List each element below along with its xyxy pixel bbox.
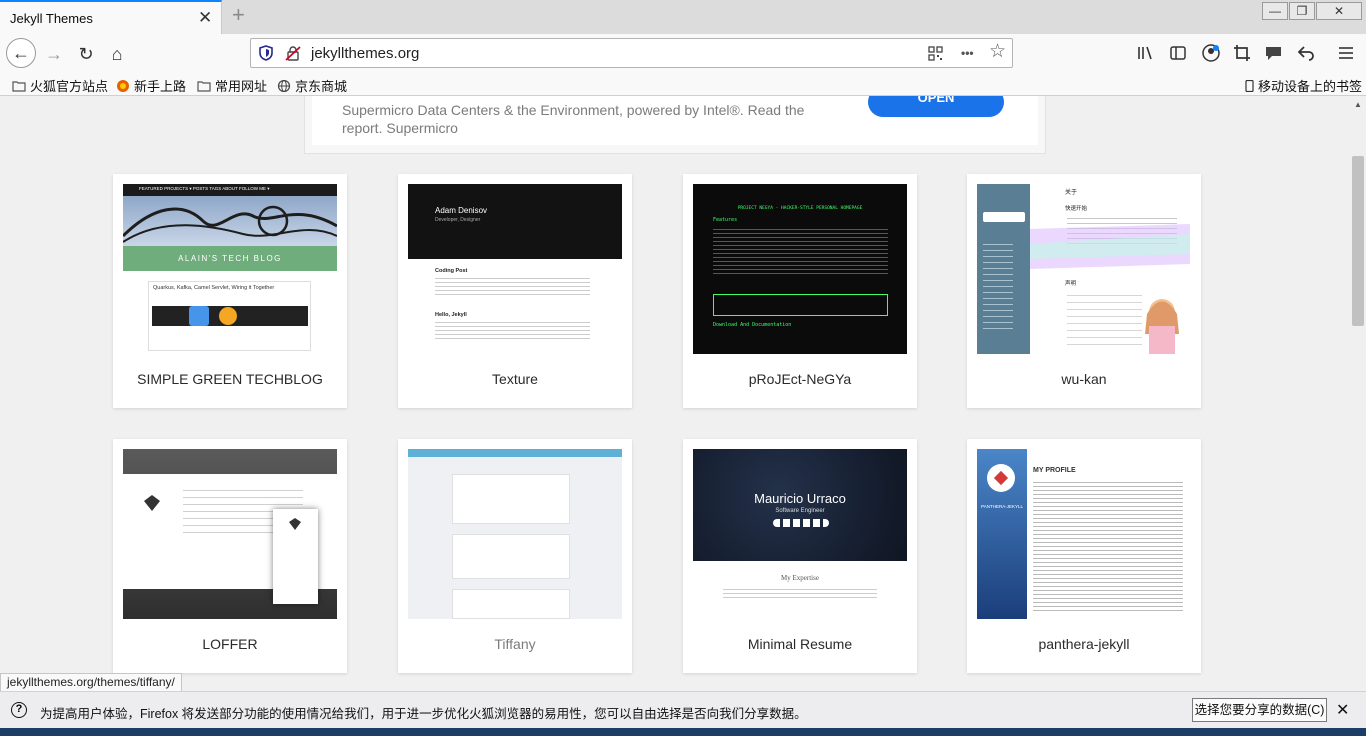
- bookmark-label: 京东商城: [295, 79, 348, 94]
- theme-name[interactable]: Texture: [398, 371, 632, 387]
- ad-text: Supermicro Data Centers & the Environmen…: [342, 102, 805, 136]
- theme-name[interactable]: Tiffany: [398, 636, 632, 652]
- qr-code-icon[interactable]: [928, 46, 943, 61]
- active-tab[interactable]: Jekyll Themes ✕: [0, 0, 222, 34]
- chat-icon[interactable]: [1264, 44, 1283, 62]
- firefox-icon: [117, 80, 129, 92]
- thumb-header: Adam Denisov Developer, Designer: [408, 184, 622, 259]
- rainbow-beam: [1030, 224, 1190, 269]
- thumb-mobile: [273, 509, 318, 604]
- title-bar: Jekyll Themes ✕ + — ❐ ✕: [0, 0, 1366, 34]
- theme-thumbnail[interactable]: Adam Denisov Developer, Designer Coding …: [408, 184, 622, 354]
- page-actions-icon[interactable]: •••: [961, 43, 974, 63]
- thumb-post: Quarkus, Kafka, Camel Servlet, Wiring it…: [148, 281, 311, 351]
- theme-name[interactable]: LOFFER: [113, 636, 347, 652]
- menu-icon[interactable]: [1337, 44, 1355, 62]
- ad-open-button[interactable]: OPEN: [868, 96, 1004, 117]
- thumb-sky: [123, 196, 337, 246]
- question-icon: ?: [11, 702, 27, 718]
- theme-card[interactable]: LOFFER: [113, 439, 347, 673]
- library-icon[interactable]: [1136, 44, 1154, 62]
- mobile-bookmarks-label: 移动设备上的书签: [1258, 79, 1363, 94]
- thumb-nav: [408, 449, 622, 457]
- screenshot-crop-icon[interactable]: [1233, 44, 1251, 62]
- folder-icon: [12, 81, 26, 92]
- thumb-hero: Mauricio Urraco Software Engineer: [693, 449, 907, 561]
- ad-body: Supermicro Data Centers & the Environmen…: [312, 96, 1038, 145]
- thumb-sidebar: PANTHERA-JEKYLL: [977, 449, 1027, 619]
- theme-thumbnail[interactable]: [123, 449, 337, 619]
- back-button[interactable]: ←: [6, 38, 36, 68]
- minimize-button[interactable]: —: [1262, 2, 1288, 20]
- thumb-banner: ALAIN'S TECH BLOG: [123, 246, 337, 271]
- theme-card[interactable]: Adam Denisov Developer, Designer Coding …: [398, 174, 632, 408]
- minimize-icon: —: [1269, 4, 1281, 18]
- advertisement[interactable]: Supermicro Data Centers & the Environmen…: [304, 96, 1046, 154]
- theme-card[interactable]: FEATURED PROJECTS ▾ POSTS TAGS ABOUT FOL…: [113, 174, 347, 408]
- url-bar[interactable]: jekyllthemes.org ••• ☆: [250, 38, 1013, 68]
- telemetry-notification-bar: ? 为提高用户体验，Firefox 将发送部分功能的使用情况给我们，用于进一步优…: [0, 691, 1366, 728]
- thumb-menu: FEATURED PROJECTS ▾ POSTS TAGS ABOUT FOL…: [123, 184, 337, 196]
- page-content: Supermicro Data Centers & the Environmen…: [0, 96, 1350, 691]
- forward-button[interactable]: →: [41, 41, 67, 67]
- bookmark-item[interactable]: 火狐官方站点: [12, 76, 108, 95]
- thumb-sidebar: [977, 184, 1030, 354]
- navigation-bar: ← → ↻ ⌂ jekyllthemes.org ••• ☆: [0, 34, 1366, 72]
- mobile-bookmarks[interactable]: 移动设备上的书签: [1245, 76, 1362, 95]
- account-icon[interactable]: [1201, 43, 1221, 63]
- home-button[interactable]: ⌂: [104, 41, 130, 67]
- theme-card[interactable]: PANTHERA-JEKYLL MY PROFILE panthera-jeky…: [967, 439, 1201, 673]
- choose-data-button[interactable]: 选择您要分享的数据(C): [1192, 698, 1327, 722]
- os-taskbar: [0, 728, 1366, 736]
- anime-girl-illustration: [1145, 299, 1179, 354]
- theme-thumbnail[interactable]: Mauricio Urraco Software Engineer My Exp…: [693, 449, 907, 619]
- folder-icon: [197, 81, 211, 92]
- scrollbar-thumb[interactable]: [1352, 156, 1364, 326]
- undo-icon[interactable]: [1297, 44, 1315, 62]
- theme-card[interactable]: Tiffany: [398, 439, 632, 673]
- scroll-up-icon[interactable]: ▲: [1350, 100, 1366, 109]
- diamond-logo-icon: [144, 495, 160, 511]
- rollercoaster-image: [123, 205, 337, 243]
- bookmark-item[interactable]: 京东商城: [277, 76, 347, 95]
- restore-button[interactable]: ❐: [1289, 2, 1315, 20]
- bookmark-label: 火狐官方站点: [30, 79, 109, 94]
- theme-thumbnail[interactable]: FEATURED PROJECTS ▾ POSTS TAGS ABOUT FOL…: [123, 184, 337, 354]
- tab-title: Jekyll Themes: [10, 11, 93, 26]
- theme-name[interactable]: SIMPLE GREEN TECHBLOG: [113, 371, 347, 387]
- theme-thumbnail[interactable]: PROJECT NEGYA - HACKER-STYLE PERSONAL HO…: [693, 184, 907, 354]
- shield-icon[interactable]: [259, 45, 273, 61]
- theme-card[interactable]: 关于 快速开始 声明 wu-kan: [967, 174, 1201, 408]
- notice-text: 为提高用户体验，Firefox 将发送部分功能的使用情况给我们，用于进一步优化火…: [40, 707, 807, 721]
- theme-name[interactable]: panthera-jekyll: [967, 636, 1201, 652]
- bookmark-label: 常用网址: [215, 79, 268, 94]
- theme-name[interactable]: pRoJEct-NeGYa: [683, 371, 917, 387]
- new-tab-icon[interactable]: +: [232, 4, 245, 26]
- theme-thumbnail[interactable]: [408, 449, 622, 619]
- bookmark-star-icon[interactable]: ☆: [989, 42, 1006, 62]
- restore-icon: ❐: [1296, 4, 1308, 18]
- insecure-lock-icon[interactable]: [285, 46, 301, 61]
- bookmark-label: 新手上路: [134, 79, 187, 94]
- bookmark-item[interactable]: 新手上路: [116, 76, 186, 95]
- theme-thumbnail[interactable]: PANTHERA-JEKYLL MY PROFILE: [977, 449, 1191, 619]
- theme-card[interactable]: PROJECT NEGYA - HACKER-STYLE PERSONAL HO…: [683, 174, 917, 408]
- theme-thumbnail[interactable]: 关于 快速开始 声明: [977, 184, 1191, 354]
- url-text[interactable]: jekyllthemes.org: [311, 45, 419, 62]
- tab-close-icon[interactable]: ✕: [198, 9, 212, 26]
- bookmark-item[interactable]: 常用网址: [197, 76, 267, 95]
- bookmarks-toolbar: 火狐官方站点 新手上路 常用网址 京东商城 移动设备上的书签: [0, 72, 1366, 96]
- theme-name[interactable]: Minimal Resume: [683, 636, 917, 652]
- globe-icon: [277, 80, 291, 92]
- theme-card[interactable]: Mauricio Urraco Software Engineer My Exp…: [683, 439, 917, 673]
- status-url: jekyllthemes.org/themes/tiffany/: [0, 673, 182, 692]
- page-scrollbar[interactable]: ▲: [1350, 96, 1366, 691]
- theme-name[interactable]: wu-kan: [967, 371, 1201, 387]
- mobile-device-icon: [1245, 80, 1254, 92]
- close-window-button[interactable]: ✕: [1316, 2, 1362, 20]
- close-window-icon: ✕: [1333, 4, 1345, 18]
- notice-close-icon[interactable]: ✕: [1336, 700, 1349, 720]
- sidebar-icon[interactable]: [1169, 44, 1187, 62]
- reload-button[interactable]: ↻: [73, 41, 99, 67]
